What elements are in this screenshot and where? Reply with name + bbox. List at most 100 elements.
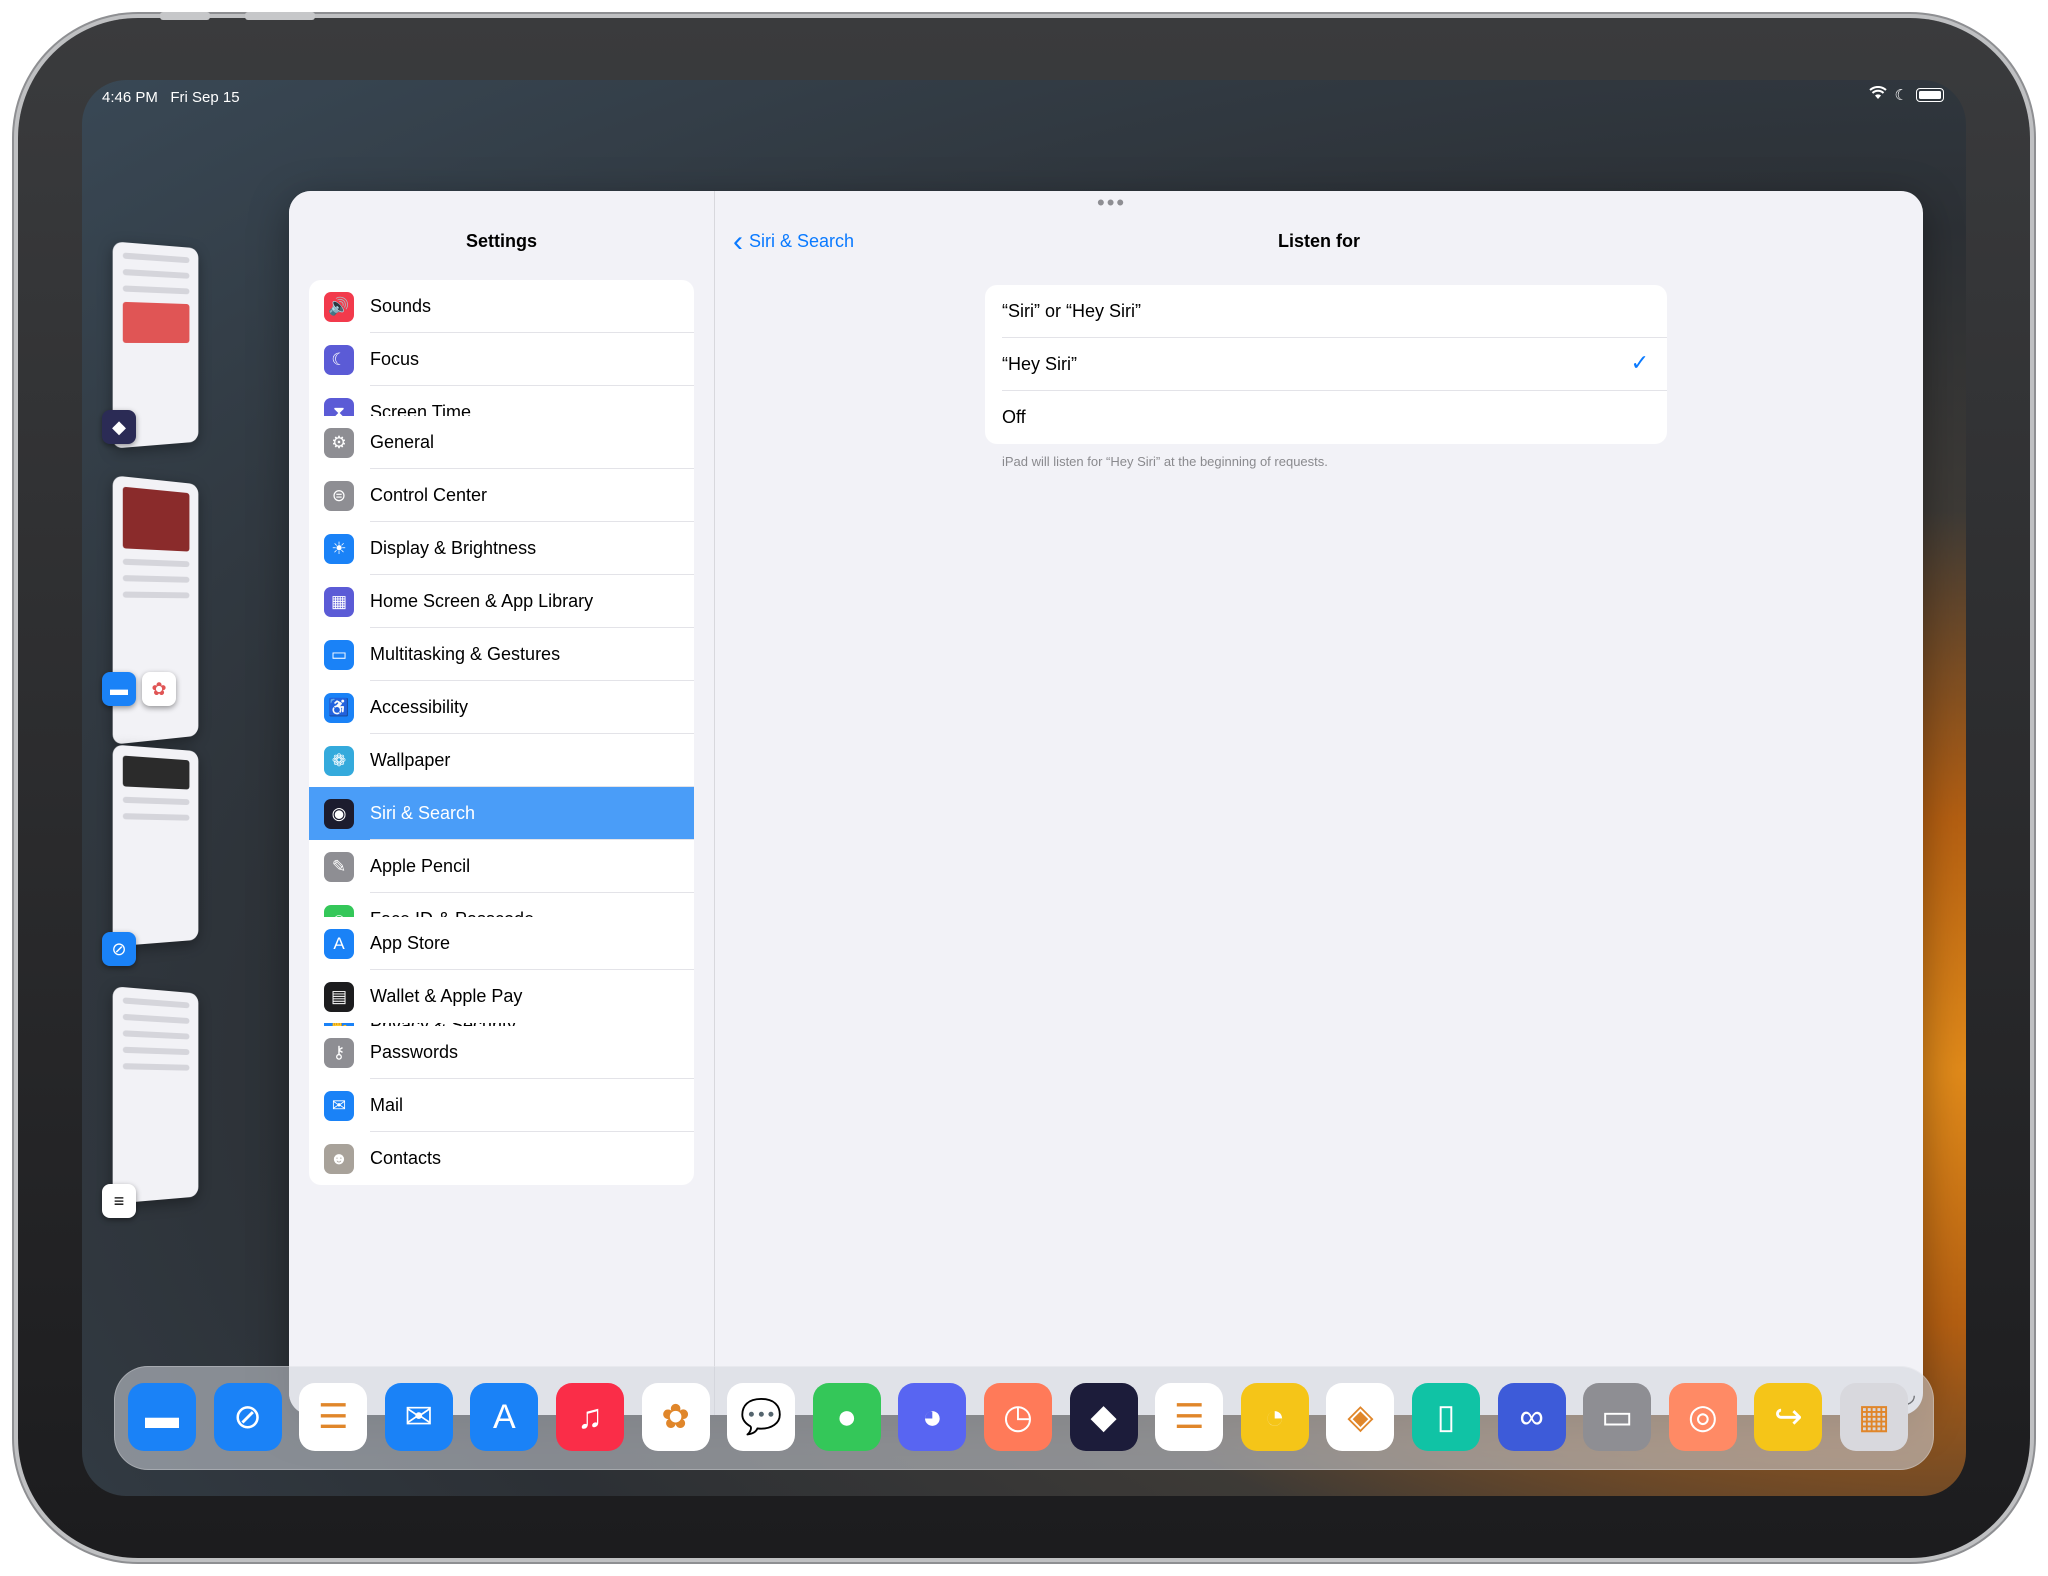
stage-manager-window[interactable] — [112, 986, 199, 1204]
sidebar-item-passwords[interactable]: ⚷ Passwords — [309, 1026, 694, 1079]
appstore-icon: A — [324, 928, 354, 959]
sidebar-item-label: Sounds — [370, 296, 432, 316]
sidebar-item-label: Wallpaper — [370, 750, 451, 770]
sidebar-item-accessibility[interactable]: ♿ Accessibility — [309, 681, 694, 734]
top-button — [245, 12, 315, 20]
tablet-app-icon[interactable]: ▯ — [1412, 1383, 1480, 1451]
top-button — [160, 12, 210, 20]
link-app-icon[interactable]: ∞ — [1497, 1383, 1566, 1451]
status-time-date: 4:46 PM Fri Sep 15 — [102, 89, 240, 106]
sidebar-item-label: Display & Brightness — [370, 538, 537, 558]
sidebar-item-control-center[interactable]: ⊜ Control Center — [309, 469, 694, 522]
settings-group: ⚷ Passwords ✉ Mail ☻ Contacts — [309, 1026, 694, 1185]
sidebar-item-focus[interactable]: ☾ Focus — [309, 333, 694, 386]
display-app-icon[interactable]: ▭ — [1583, 1383, 1652, 1451]
timer-app-icon[interactable]: ◷ — [984, 1383, 1052, 1451]
sidebar-item-multitasking-gestures[interactable]: ▭ Multitasking & Gestures — [309, 628, 694, 681]
app-store-icon[interactable]: A — [470, 1383, 539, 1451]
safari-icon: ⊘ — [102, 932, 136, 966]
page-title: Listen for — [1277, 231, 1360, 251]
messages-icon[interactable]: ● — [812, 1383, 881, 1451]
mail-icon[interactable]: ✉ — [384, 1383, 453, 1451]
status-bar: 4:46 PM Fri Sep 15 ☾ — [82, 80, 1966, 114]
multitask-icon: ▭ — [324, 639, 354, 670]
files-icon: ▬ — [102, 672, 136, 706]
stage-manager-window[interactable] — [112, 744, 199, 947]
option-label: “Siri” or “Hey Siri” — [1002, 301, 1141, 321]
shortcuts-icon: ◆ — [102, 410, 136, 444]
contacts-icon: ☻ — [324, 1143, 354, 1174]
sidebar-item-display-brightness[interactable]: ☀ Display & Brightness — [309, 522, 694, 575]
sidebar-item-label: General — [370, 432, 435, 452]
discord-icon[interactable]: ◕ — [898, 1383, 967, 1451]
option-off[interactable]: Off — [985, 391, 1667, 444]
option-label: “Hey Siri” — [1002, 354, 1077, 374]
toggles-icon: ⊜ — [324, 480, 354, 511]
pencil-icon: ✎ — [324, 851, 354, 882]
sidebar-item-sounds[interactable]: 🔊 Sounds — [309, 280, 694, 333]
photos-icon[interactable]: ✿ — [641, 1383, 710, 1451]
gear-icon: ⚙ — [324, 427, 354, 458]
podcast-app-icon[interactable]: ◎ — [1668, 1383, 1737, 1451]
sidebar-item-home-screen-app-library[interactable]: ▦ Home Screen & App Library — [309, 575, 694, 628]
sidebar-item-label: Accessibility — [370, 697, 469, 717]
app-library-icon[interactable]: ▦ — [1840, 1383, 1908, 1451]
settings-group: A App Store ▤ Wallet & Apple Pay — [309, 917, 694, 1023]
sidebar-item-label: Multitasking & Gestures — [370, 644, 561, 664]
grid-icon: ▦ — [324, 586, 354, 617]
moon-icon: ☾ — [324, 344, 354, 375]
safari-icon[interactable]: ⊘ — [213, 1383, 282, 1451]
wallet-icon: ▤ — [324, 981, 354, 1012]
files-icon[interactable]: ▬ — [128, 1383, 196, 1451]
sidebar-item-wallpaper[interactable]: ❁ Wallpaper — [309, 734, 694, 787]
window-options-grabber[interactable]: ••• — [1097, 192, 1126, 214]
flower-icon: ❁ — [324, 745, 354, 776]
sun-icon: ☀ — [324, 533, 354, 564]
wifi-icon — [1868, 86, 1887, 104]
mail-icon: ✉ — [324, 1090, 354, 1121]
sidebar-item-label: Mail — [370, 1095, 404, 1115]
sidebar-title: Settings — [465, 231, 537, 251]
status-icons: ☾ — [1868, 86, 1944, 104]
clock-app-icon[interactable]: ◔ — [1240, 1383, 1309, 1451]
sidebar-item-mail[interactable]: ✉ Mail — [309, 1079, 694, 1132]
sidebar-item-label: Focus — [370, 349, 420, 369]
share-app-icon[interactable]: ↪ — [1754, 1383, 1823, 1451]
sidebar-item-general[interactable]: ⚙ General — [309, 416, 694, 469]
sidebar-item-label: Contacts — [370, 1148, 442, 1168]
sidebar-item-siri-search[interactable]: ◉ Siri & Search — [309, 787, 694, 840]
dock: ▬ ⊘ ☰ ✉ A ♫ ✿ 💬 ● ◕ ◷ ◆ ☰ ◔ ◈ ▯ ∞ ▭ ◎ ↪ ▦ — [114, 1366, 1934, 1470]
screen: 4:46 PM Fri Sep 15 ☾ ◆ ▬ ✿ ⊘ ≡ Settings … — [82, 80, 1966, 1496]
moon-icon: ☾ — [1894, 87, 1908, 104]
sidebar-item-app-store[interactable]: A App Store — [309, 917, 694, 970]
settings-window: Settings 🔊 Sounds ☾ Focus ⧗ Screen Time ⚙ Gener… — [289, 191, 1923, 1415]
sidebar-item-label: Passwords — [370, 1042, 459, 1062]
sidebar-item-contacts[interactable]: ☻ Contacts — [309, 1132, 694, 1185]
sidebar-item-label: Control Center — [370, 485, 488, 505]
notes-list-icon: ≡ — [102, 1184, 136, 1218]
obsidian-icon[interactable]: ◈ — [1326, 1383, 1395, 1451]
music-icon[interactable]: ♫ — [556, 1383, 624, 1451]
sidebar-item-label: App Store — [370, 933, 451, 953]
sidebar-item-wallet-apple-pay[interactable]: ▤ Wallet & Apple Pay — [309, 970, 694, 1023]
option-siri-or-hey-siri[interactable]: “Siri” or “Hey Siri” — [985, 285, 1667, 338]
option-label: Off — [1002, 407, 1026, 427]
sidebar-item-label: Siri & Search — [370, 803, 476, 823]
sidebar-item-label: Home Screen & App Library — [370, 591, 594, 611]
listen-for-options: “Siri” or “Hey Siri” “Hey Siri” ✓ Off — [985, 285, 1667, 444]
sidebar-item-label: Wallet & Apple Pay — [370, 986, 523, 1006]
settings-sidebar: Settings 🔊 Sounds ☾ Focus ⧗ Screen Time ⚙ Gener… — [289, 191, 715, 1415]
shortcuts-icon[interactable]: ◆ — [1069, 1383, 1138, 1451]
siri-icon: ◉ — [324, 798, 354, 829]
notes-icon[interactable]: ☰ — [1155, 1383, 1224, 1451]
sidebar-item-apple-pencil[interactable]: ✎ Apple Pencil — [309, 840, 694, 893]
sidebar-item-label: Apple Pencil — [370, 856, 471, 876]
speech-bubble-app-icon[interactable]: 💬 — [727, 1383, 796, 1451]
option-hey-siri[interactable]: “Hey Siri” ✓ — [985, 338, 1667, 391]
checkmark-icon: ✓ — [1630, 350, 1649, 375]
options-footer: iPad will listen for “Hey Siri” at the b… — [1002, 454, 1328, 469]
photos-icon: ✿ — [142, 672, 176, 706]
battery-icon — [1916, 88, 1944, 102]
reminders-icon[interactable]: ☰ — [299, 1383, 368, 1451]
key-icon: ⚷ — [324, 1037, 354, 1068]
